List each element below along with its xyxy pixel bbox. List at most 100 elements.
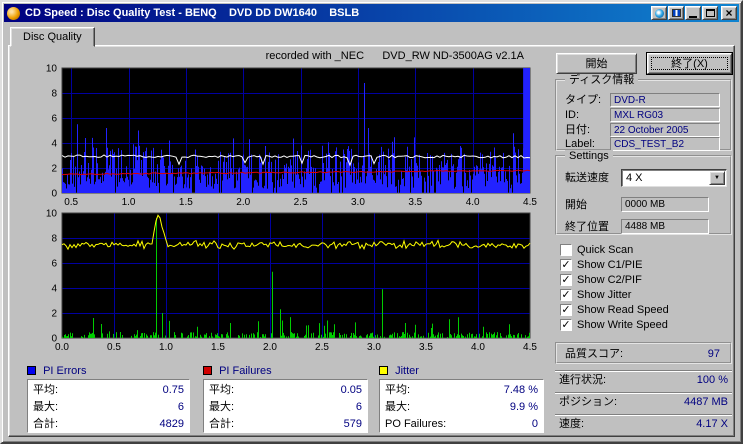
titlebar-buttons: ×	[650, 6, 737, 20]
settings-group-label: Settings	[565, 150, 613, 163]
pi-errors-max-value: 6	[177, 401, 184, 413]
svg-text:10: 10	[46, 64, 58, 75]
speed-status-value: 4.17 X	[696, 418, 728, 430]
quick-scan-checkbox[interactable]	[560, 244, 572, 256]
stat-row: 最大: 6	[204, 399, 367, 416]
disc-id-row: ID: MXL RG03	[565, 108, 720, 122]
progress-value: 100 %	[696, 374, 728, 386]
stat-row: 最大: 6	[28, 399, 189, 416]
maximize-button[interactable]	[702, 6, 718, 20]
stat-row: 合計: 4829	[28, 416, 189, 433]
disc-label-label: Label:	[565, 138, 595, 150]
svg-text:2.5: 2.5	[294, 197, 308, 208]
pi-errors-avg-value: 0.75	[162, 384, 184, 396]
maximize-icon	[705, 9, 715, 17]
pi-failures-total-value: 579	[343, 418, 362, 430]
speed-value: 4 X	[626, 172, 643, 184]
stat-row: 平均: 7.48 %	[380, 382, 543, 399]
disc-info-group-label: ディスク情報	[565, 74, 639, 87]
show-write-speed-label: Show Write Speed	[577, 319, 668, 331]
checkbox-show-c2-pif[interactable]: ✓ Show C2/PIF	[560, 273, 700, 287]
jitter-color-swatch	[379, 366, 388, 375]
svg-text:10: 10	[46, 209, 58, 220]
pi-errors-color-swatch	[27, 366, 36, 375]
start-position-field[interactable]: 0000 MB	[621, 197, 709, 212]
checkbox-quick-scan[interactable]: Quick Scan	[560, 243, 700, 257]
pi-failures-max-value: 6	[355, 401, 362, 413]
show-write-speed-checkbox[interactable]: ✓	[560, 319, 572, 331]
speed-status-label: 速度:	[559, 418, 585, 430]
show-jitter-checkbox[interactable]: ✓	[560, 289, 572, 301]
svg-text:0: 0	[51, 334, 57, 345]
disc-quality-panel: recorded with _NEC DVD_RW ND-3500AG v2.1…	[8, 45, 735, 437]
svg-text:1.0: 1.0	[159, 342, 173, 353]
end-position-field[interactable]: 4488 MB	[621, 219, 709, 234]
pi-errors-chart: 0.5 1.0 1.5 2.0 2.5 3.0 3.5 4.0 4.5 10 8 6 4 2 0	[46, 64, 538, 209]
jitter-legend: Jitter	[379, 366, 419, 378]
exit-button[interactable]: 終了(X)	[647, 53, 732, 74]
disc-type-row: タイプ: DVD-R	[565, 93, 720, 107]
disc-type-label: タイプ:	[565, 94, 602, 106]
svg-text:4: 4	[51, 139, 57, 150]
title-bar[interactable]: CD Speed : Disc Quality Test - BENQ DVD …	[4, 4, 739, 22]
show-c1-pie-checkbox[interactable]: ✓	[560, 259, 572, 271]
checkbox-show-c1-pie[interactable]: ✓ Show C1/PIE	[560, 258, 700, 272]
jitter-stats-box: 平均: 7.48 % 最大: 9.9 % PO Failures: 0	[379, 379, 544, 433]
stat-row: 平均: 0.75	[28, 382, 189, 399]
svg-text:2: 2	[51, 309, 57, 320]
chart-icon	[671, 9, 681, 17]
close-button[interactable]: ×	[721, 6, 737, 20]
titlebar-disc-icon[interactable]	[651, 6, 667, 20]
disc-date-label: 日付:	[565, 124, 591, 136]
app-icon	[7, 6, 20, 20]
disc-label-value: CDS_TEST_B2	[610, 137, 720, 151]
end-position-label: 終了位置	[565, 221, 609, 233]
titlebar-chart-icon[interactable]	[668, 6, 684, 20]
disc-date-value: 22 October 2005	[610, 123, 720, 137]
pi-failures-avg-value: 0.05	[340, 384, 362, 396]
checkbox-show-jitter[interactable]: ✓ Show Jitter	[560, 288, 700, 302]
disc-id-label: ID:	[565, 109, 580, 121]
jitter-max-label: 最大:	[385, 401, 411, 413]
stat-row: 合計: 579	[204, 416, 367, 433]
show-c2-pif-label: Show C2/PIF	[577, 274, 642, 286]
pi-failures-color-swatch	[203, 366, 212, 375]
position-row: ポジション: 4487 MB	[555, 392, 732, 412]
speed-label: 転送速度	[565, 172, 609, 184]
checkbox-show-write-speed[interactable]: ✓ Show Write Speed	[560, 318, 700, 332]
quality-score-box: 品質スコア: 97	[555, 342, 732, 364]
disc-date-row: 日付: 22 October 2005	[565, 123, 720, 137]
show-c2-pif-checkbox[interactable]: ✓	[560, 274, 572, 286]
po-failures-value: 0	[531, 418, 538, 430]
pi-errors-total-value: 4829	[159, 418, 184, 430]
jitter-max-value: 9.9 %	[509, 401, 538, 413]
pi-failures-total-label: 合計:	[209, 418, 235, 430]
svg-text:6: 6	[51, 114, 57, 125]
jitter-avg-label: 平均:	[385, 384, 411, 396]
progress-label: 進行状況:	[559, 374, 607, 386]
tab-disc-quality[interactable]: Disc Quality	[10, 27, 95, 47]
settings-group: Settings 転送速度 4 X ▼ 開始 0000 MB 終了位置 4488…	[555, 150, 732, 235]
stat-row: 平均: 0.05	[204, 382, 367, 399]
svg-text:4.5: 4.5	[523, 342, 537, 353]
show-read-speed-checkbox[interactable]: ✓	[560, 304, 572, 316]
svg-text:0.5: 0.5	[64, 197, 78, 208]
pi-failures-title: PI Failures	[219, 365, 272, 377]
disc-type-value: DVD-R	[610, 93, 720, 107]
svg-text:6: 6	[51, 259, 57, 270]
start-position-label: 開始	[565, 199, 587, 211]
stat-row: PO Failures: 0	[380, 416, 543, 433]
pi-errors-avg-label: 平均:	[33, 384, 59, 396]
svg-text:3.5: 3.5	[419, 342, 433, 353]
checkbox-show-read-speed[interactable]: ✓ Show Read Speed	[560, 303, 700, 317]
svg-text:3.0: 3.0	[367, 342, 381, 353]
stat-row: 最大: 9.9 %	[380, 399, 543, 416]
chevron-down-icon[interactable]: ▼	[709, 171, 725, 185]
speed-row: 速度: 4.17 X	[555, 414, 732, 434]
speed-select[interactable]: 4 X ▼	[621, 169, 727, 187]
start-button[interactable]: 開始	[556, 53, 637, 74]
svg-text:4.5: 4.5	[523, 197, 537, 208]
minimize-button[interactable]	[685, 6, 701, 20]
show-read-speed-label: Show Read Speed	[577, 304, 669, 316]
pi-failures-max-label: 最大:	[209, 401, 235, 413]
